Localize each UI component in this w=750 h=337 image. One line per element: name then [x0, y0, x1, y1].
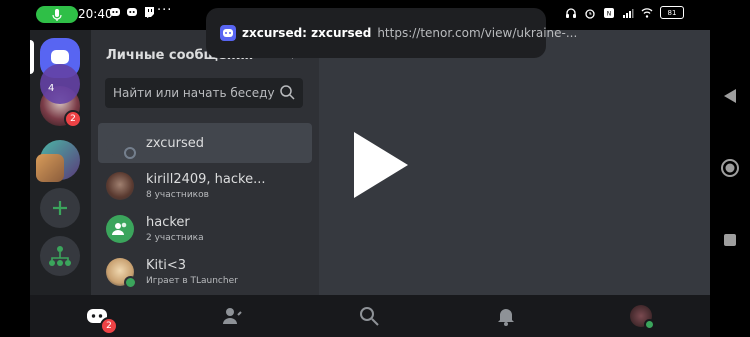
wifi-icon: [641, 7, 653, 18]
back-icon[interactable]: [723, 88, 737, 104]
more-notifications-dots: ···: [157, 3, 173, 18]
avatar: [106, 215, 134, 243]
active-indicator: [30, 40, 34, 74]
discord-app-icon: [220, 25, 236, 41]
notification-badge: 2: [64, 110, 82, 128]
clock: 20:40: [78, 7, 113, 21]
nav-profile[interactable]: [630, 305, 655, 330]
avatar: [106, 258, 137, 289]
avatar: [106, 172, 134, 200]
signal-icon: [623, 8, 634, 18]
dm-item-group[interactable]: kirill2409, hacke... 8 участников: [98, 166, 312, 206]
explore-servers-button[interactable]: [40, 236, 80, 276]
search-icon: [280, 85, 295, 100]
nav-search[interactable]: [358, 305, 380, 327]
svg-text:N: N: [607, 10, 612, 17]
nfc-icon: N: [604, 7, 614, 18]
home-circle-icon[interactable]: [720, 158, 740, 178]
dm-subtitle: 2 участника: [146, 233, 204, 243]
dm-subtitle: 8 участников: [146, 190, 209, 200]
dm-item-hacker[interactable]: hacker 2 участника: [98, 209, 312, 249]
profile-avatar: [630, 305, 655, 330]
server-icon[interactable]: [36, 140, 80, 182]
notification-title: zxcursed: zxcursed: [242, 26, 372, 40]
alarm-icon: [585, 8, 595, 19]
home-badge: 2: [100, 317, 118, 335]
nav-notifications[interactable]: [495, 305, 517, 327]
search-input[interactable]: Найти или начать беседу: [105, 78, 303, 108]
notification-url: https://tenor.com/view/ukraine-...: [377, 26, 578, 40]
dm-subtitle: Играет в TLauncher: [146, 276, 238, 286]
system-navigation: [710, 0, 750, 337]
twitch-status-icon: [145, 7, 154, 18]
online-status-indicator: [644, 319, 655, 330]
hub-icon: [49, 246, 71, 266]
nav-friends[interactable]: [221, 305, 243, 327]
avatar: [106, 129, 136, 159]
mic-indicator: [36, 6, 78, 23]
microphone-icon: [52, 8, 62, 21]
headset-icon: [566, 7, 576, 18]
notification-popup[interactable]: zxcursed: zxcursed https://tenor.com/view…: [206, 8, 577, 58]
discord-status-icon-2: [127, 8, 137, 16]
online-status-indicator: [124, 276, 137, 289]
battery-icon: 81: [660, 6, 684, 19]
search-placeholder: Найти или начать беседу: [113, 86, 275, 100]
add-server-button[interactable]: [40, 188, 80, 228]
dm-name: kirill2409, hacke...: [146, 172, 266, 187]
dm-item-kiti[interactable]: Kiti<3 Играет в TLauncher: [98, 252, 312, 292]
bell-icon: [498, 309, 514, 326]
friends-icon: [223, 308, 242, 324]
play-icon[interactable]: [352, 130, 410, 200]
user-avatar-guild[interactable]: 4 2: [40, 64, 82, 128]
nav-home[interactable]: 2: [86, 305, 118, 335]
search-icon: [360, 307, 379, 326]
dm-item-zxcursed[interactable]: zxcursed: [98, 123, 312, 163]
dm-name: Kiti<3: [146, 258, 187, 273]
recents-icon[interactable]: [724, 234, 736, 246]
status-indicator: [124, 147, 136, 159]
twitch-overlay-icon: [40, 64, 80, 104]
discord-status-icon: [110, 8, 120, 16]
game-app-icon: [36, 154, 64, 182]
group-icon: [112, 222, 127, 235]
group-count: 4: [48, 83, 55, 94]
dm-name: zxcursed: [146, 136, 205, 151]
bottom-navigation: 2: [30, 295, 710, 337]
plus-icon: [53, 201, 67, 215]
dm-name: hacker: [146, 215, 190, 230]
